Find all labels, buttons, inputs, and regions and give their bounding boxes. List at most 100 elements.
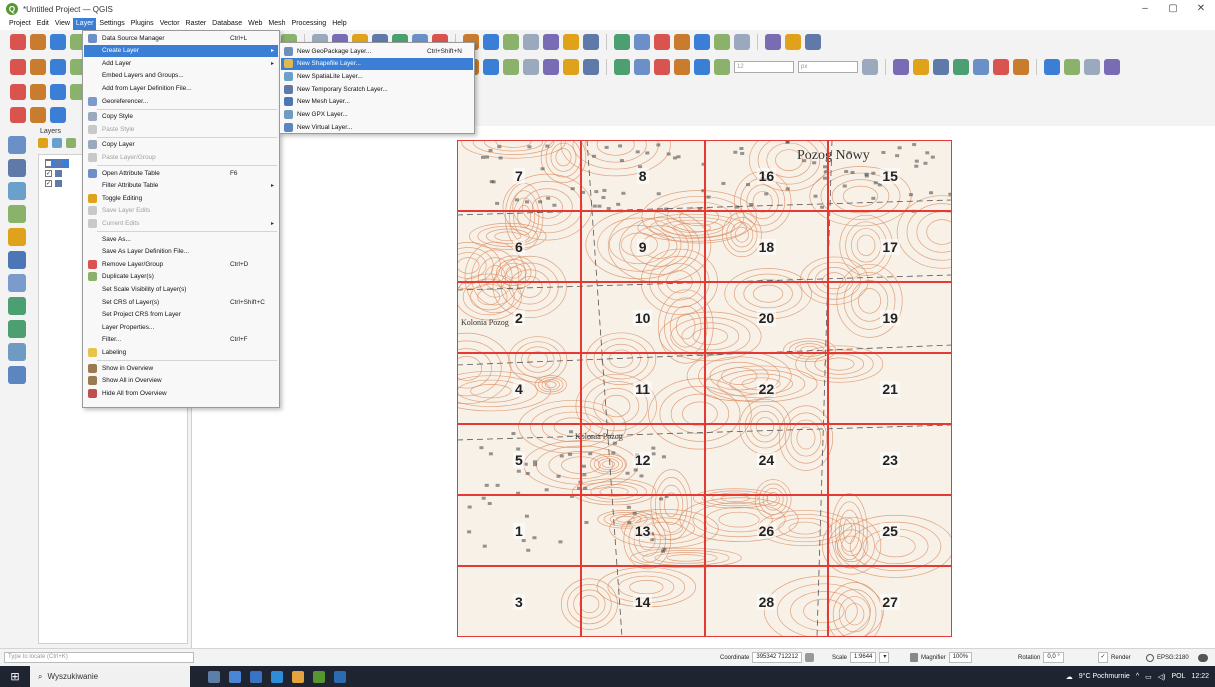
grid-cell[interactable]: 22 xyxy=(704,353,829,424)
project-tool-36-icon[interactable] xyxy=(765,34,781,50)
grid-cell[interactable]: 16 xyxy=(704,140,829,211)
grid-cell[interactable]: 5 xyxy=(457,424,581,495)
lock-icon[interactable] xyxy=(910,653,918,662)
weather-text[interactable]: 9°C Pochmurnie xyxy=(1079,673,1130,680)
layer-visibility-checkbox[interactable]: ✓ xyxy=(45,160,52,167)
datasource-tool-42-icon[interactable] xyxy=(1013,59,1029,75)
app-icon-4[interactable] xyxy=(334,670,346,683)
menu-processing[interactable]: Processing xyxy=(289,18,330,30)
add-layer-tool-9-icon[interactable] xyxy=(8,320,26,338)
menu-item-set-project-crs-from-layer[interactable]: Set Project CRS from Layer xyxy=(84,309,278,321)
grid-cell[interactable]: 15 xyxy=(828,140,952,211)
grid-cell[interactable]: 2 xyxy=(457,282,581,353)
datasource-tool-24-icon[interactable] xyxy=(503,59,519,75)
app-icon-2[interactable] xyxy=(250,670,262,683)
menu-project[interactable]: Project xyxy=(6,18,34,30)
menu-item-duplicate-layer-s[interactable]: Duplicate Layer(s) xyxy=(84,271,278,283)
taskbar-search[interactable]: ⌕ Wyszukiwanie xyxy=(30,666,190,687)
grid-cell[interactable]: 9 xyxy=(580,211,705,282)
datasource-tool-44-icon[interactable] xyxy=(1064,59,1080,75)
datasource-tool-45-icon[interactable] xyxy=(1084,59,1100,75)
project-tool-1-icon[interactable] xyxy=(10,34,26,50)
datasource-tool-25-icon[interactable] xyxy=(523,59,539,75)
datasource-tool-35-icon[interactable] xyxy=(862,59,878,75)
menu-item-embed-layers-and-groups[interactable]: Embed Layers and Groups... xyxy=(84,70,278,82)
network-icon[interactable]: ▭ xyxy=(1145,673,1152,681)
menu-item-create-layer[interactable]: Create Layer ▸ xyxy=(84,44,278,57)
grid-cell[interactable]: 8 xyxy=(580,140,705,211)
map-canvas[interactable]: Pozog Nowy Kolonia Pozog Kolonia Pożog 7… xyxy=(193,126,1215,648)
menu-settings[interactable]: Settings xyxy=(96,18,127,30)
datasource-tool-38-icon[interactable] xyxy=(933,59,949,75)
qgis-taskbar-icon[interactable] xyxy=(313,670,325,683)
project-tool-38-icon[interactable] xyxy=(805,34,821,50)
grid-cell[interactable]: 25 xyxy=(828,495,952,566)
magnifier-field[interactable]: 100% xyxy=(948,652,973,663)
project-tool-34-icon[interactable] xyxy=(714,34,730,50)
grid-cell[interactable]: 14 xyxy=(580,566,705,637)
add-layer-tool-2-icon[interactable] xyxy=(8,159,26,177)
grid-cell[interactable]: 11 xyxy=(580,353,705,424)
submenu-item-new-spatialite-layer[interactable]: New SpatiaLite Layer... xyxy=(281,70,473,82)
grid-cell[interactable]: 24 xyxy=(704,424,829,495)
add-layer-tool-10-icon[interactable] xyxy=(8,343,26,361)
menu-item-show-all-in-overview[interactable]: Show All in Overview xyxy=(84,375,278,387)
app-icon-3[interactable] xyxy=(271,670,283,683)
menu-item-labeling[interactable]: Labeling xyxy=(84,346,278,358)
project-tool-33-icon[interactable] xyxy=(694,34,710,50)
grid-cell[interactable]: 23 xyxy=(828,424,952,495)
datasource-tool-40-icon[interactable] xyxy=(973,59,989,75)
chrome-icon[interactable] xyxy=(292,670,304,683)
digitize-tool-1-icon[interactable] xyxy=(10,84,26,100)
submenu-item-new-temporary-scratch-layer[interactable]: New Temporary Scratch Layer... xyxy=(281,83,473,95)
datasource-tool-1-icon[interactable] xyxy=(10,59,26,75)
submenu-item-new-geopackage-layer[interactable]: New GeoPackage Layer... Ctrl+Shift+N xyxy=(281,45,473,57)
scale-field[interactable]: 1:9644 xyxy=(850,652,877,663)
grid-cell[interactable]: 6 xyxy=(457,211,581,282)
submenu-item-new-shapefile-layer[interactable]: New Shapefile Layer... xyxy=(281,57,473,70)
datasource-tool-46-icon[interactable] xyxy=(1104,59,1120,75)
project-tool-27-icon[interactable] xyxy=(563,34,579,50)
minimize-button[interactable]: – xyxy=(1131,0,1159,18)
label-size-input[interactable]: 12 xyxy=(734,61,794,73)
menu-item-set-crs-of-layer-s[interactable]: Set CRS of Layer(s) Ctrl+Shift+C xyxy=(84,296,278,308)
grid-cell[interactable]: 18 xyxy=(704,211,829,282)
add-layer-tool-11-icon[interactable] xyxy=(8,366,26,384)
datasource-tool-39-icon[interactable] xyxy=(953,59,969,75)
datasource-tool-2-icon[interactable] xyxy=(30,59,46,75)
menu-help[interactable]: Help xyxy=(329,18,349,30)
datasource-tool-43-icon[interactable] xyxy=(1044,59,1060,75)
messages-icon[interactable] xyxy=(1198,653,1208,662)
grid-cell[interactable]: 19 xyxy=(828,282,952,353)
menu-raster[interactable]: Raster xyxy=(183,18,210,30)
crs-display[interactable]: EPSG:2180 xyxy=(1146,652,1189,663)
datasource-tool-41-icon[interactable] xyxy=(993,59,1009,75)
menu-item-hide-all-from-overview[interactable]: Hide All from Overview xyxy=(84,387,278,399)
project-tool-35-icon[interactable] xyxy=(734,34,750,50)
grid-cell[interactable]: 4 xyxy=(457,353,581,424)
digitize-tool-2-icon[interactable] xyxy=(30,84,46,100)
coordinate-field[interactable]: 395342 712212 xyxy=(752,652,803,663)
locator-input[interactable]: Type to locate (Ctrl+K) xyxy=(4,652,194,663)
layer-tree-row[interactable]: ✓ xyxy=(45,169,65,178)
render-checkbox[interactable]: ✓ xyxy=(1098,652,1108,663)
add-layer-tool-4-icon[interactable] xyxy=(8,205,26,223)
close-button[interactable]: ✕ xyxy=(1187,0,1215,18)
add-layer-tool-5-icon[interactable] xyxy=(8,228,26,246)
toggle-extents-icon[interactable] xyxy=(805,653,815,662)
language-indicator[interactable]: POL xyxy=(1171,673,1185,680)
project-tool-30-icon[interactable] xyxy=(634,34,650,50)
submenu-item-new-gpx-layer[interactable]: New GPX Layer... xyxy=(281,109,473,121)
datasource-tool-30-icon[interactable] xyxy=(634,59,650,75)
menu-item-save-as-layer-definition-file[interactable]: Save As Layer Definition File... xyxy=(84,246,278,258)
menu-item-georeferencer[interactable]: Georeferencer... xyxy=(84,95,278,107)
project-tool-31-icon[interactable] xyxy=(654,34,670,50)
menu-item-data-source-manager[interactable]: Data Source Manager Ctrl+L xyxy=(84,32,278,44)
project-tool-26-icon[interactable] xyxy=(543,34,559,50)
project-tool-23-icon[interactable] xyxy=(483,34,499,50)
menu-item-filter[interactable]: Filter... Ctrl+F xyxy=(84,334,278,346)
menu-item-layer-properties[interactable]: Layer Properties... xyxy=(84,321,278,333)
menu-item-save-as[interactable]: Save As... xyxy=(84,233,278,245)
menu-mesh[interactable]: Mesh xyxy=(265,18,288,30)
menu-item-add-layer[interactable]: Add Layer ▸ xyxy=(84,57,278,69)
